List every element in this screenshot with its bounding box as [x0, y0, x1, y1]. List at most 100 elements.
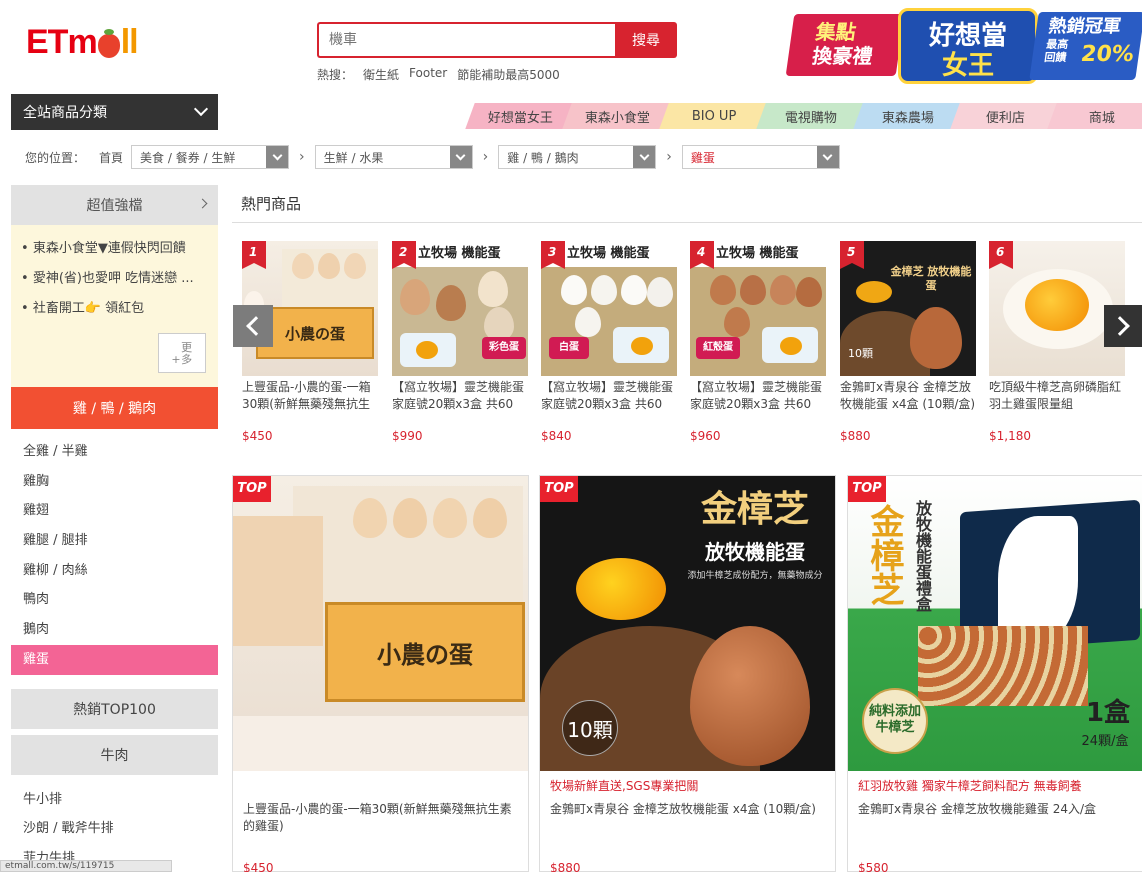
- breadcrumb-select-value: 美食 / 餐券 / 生鮮: [140, 150, 236, 165]
- hot-keyword[interactable]: 衛生紙: [363, 66, 399, 83]
- subcategory-item[interactable]: 雞柳 / 肉絲: [11, 556, 218, 586]
- subcategory-item[interactable]: 鴨肉: [11, 585, 218, 615]
- product-image-subtitle: 放牧機能蛋: [705, 540, 805, 564]
- subcategory-item[interactable]: 雞胸: [11, 467, 218, 497]
- product-title[interactable]: 金鶉町x青泉谷 金樟芝放牧機能蛋 x4盒 (10顆/盒): [540, 795, 835, 847]
- chevron-down-icon: [816, 146, 839, 168]
- product-title[interactable]: 上豐蛋品-小農的蛋-一箱30顆(新鮮無藥殘無抗生素的雞蛋): [233, 795, 528, 847]
- channel-tab[interactable]: 商城: [1047, 103, 1142, 129]
- product-image-title: 金樟芝: [864, 504, 904, 606]
- channel-tab-label: 電視購物: [785, 110, 838, 126]
- hot-keyword[interactable]: 節能補助最高5000: [457, 66, 560, 83]
- banner-line2: 換豪禮: [810, 44, 875, 68]
- beef-category-header[interactable]: 牛肉: [11, 734, 218, 775]
- product-image-caption: 添加牛樟芝成份配方，無藥物成分: [687, 571, 823, 581]
- strawberry-icon: [97, 29, 120, 58]
- promo-item[interactable]: • 東森小食堂▼連假快閃回饋: [21, 237, 208, 267]
- product-card[interactable]: 小農の蛋 TOP 上豐蛋品-小農的蛋-一箱30顆(新鮮無藥殘無抗生素的雞蛋) $…: [232, 475, 529, 872]
- top-badge: TOP: [848, 476, 886, 502]
- product-image-title: 金樟芝: [700, 489, 809, 530]
- channel-tab-label: 東森農場: [882, 110, 935, 126]
- subcategory-item[interactable]: 全雞 / 半雞: [11, 437, 218, 467]
- carousel-next-button[interactable]: [1104, 305, 1142, 347]
- promo-item[interactable]: • 社畜開工👉 領紅包: [21, 297, 208, 327]
- chevron-right-icon: ›: [482, 149, 489, 165]
- plus-icon: +: [171, 353, 181, 366]
- carousel-item[interactable]: 立牧場 機能蛋 白蛋 3 【窩立牧場】靈芝機能蛋家庭號20顆x3盒 共60顆- …: [541, 241, 677, 443]
- breadcrumb-select-level4[interactable]: 雞蛋: [681, 145, 840, 169]
- all-categories-label: 全站商品分類: [23, 105, 107, 121]
- channel-tab[interactable]: BIO UP: [659, 103, 770, 129]
- product-badge: 1盒: [1085, 698, 1131, 728]
- carousel-prev-button[interactable]: [233, 305, 273, 347]
- breadcrumb: 您的位置： 首頁 美食 / 餐券 / 生鮮 › 生鮮 / 水果 › 雞 / 鴨 …: [25, 145, 840, 169]
- beef-subcategory-list: 牛小排 沙朗 / 戰斧牛排 菲力牛排: [11, 775, 218, 872]
- active-category-header[interactable]: 雞 / 鴨 / 鵝肉: [11, 387, 218, 429]
- product-title[interactable]: 【窩立牧場】靈芝機能蛋家庭號20顆x3盒 共60顆-: [541, 379, 677, 413]
- product-card[interactable]: 金樟芝 放牧機能蛋禮盒 純料添加 牛樟芝 1盒 24顆/盒 TOP 紅羽放牧雞 …: [847, 475, 1142, 872]
- product-title[interactable]: 吃頂級牛樟芝高卵磷脂紅羽土雞蛋限量組: [989, 379, 1125, 413]
- product-price: $840: [541, 429, 572, 443]
- product-title[interactable]: 金鶉町x青泉谷 金樟芝放牧機能蛋 x4盒 (10顆/盒): [840, 379, 976, 413]
- banner-center1: 好想當: [928, 21, 1007, 51]
- beef-subcategory-item[interactable]: 牛小排: [11, 785, 218, 815]
- product-slogan: [233, 771, 528, 795]
- search-input[interactable]: [317, 22, 615, 58]
- promo-banner[interactable]: 集點 換豪禮 好想當 女王 熱銷冠軍 最高回饋 20%: [785, 6, 1142, 86]
- product-badge: 10顆: [848, 347, 873, 360]
- banner-points-panel: 集點 換豪禮: [785, 14, 905, 76]
- channel-tab[interactable]: 電視購物: [756, 103, 867, 129]
- hot-keyword[interactable]: Footer: [409, 66, 447, 83]
- breadcrumb-prefix: 您的位置：: [25, 150, 86, 165]
- channel-tab[interactable]: 東森小食堂: [562, 103, 673, 129]
- top100-label: 熱銷TOP100: [73, 701, 156, 718]
- chevron-right-icon: [197, 198, 208, 209]
- product-badge: 白蛋: [549, 337, 589, 359]
- channel-tab[interactable]: 好想當女王: [465, 103, 576, 129]
- promo-item[interactable]: • 愛神(省)也愛呷 吃情迷戀 ...: [21, 267, 208, 297]
- product-image-text: 金樟芝 放牧機能蛋: [890, 265, 972, 292]
- product-title[interactable]: 【窩立牧場】靈芝機能蛋家庭號20顆x3盒 共60顆-: [690, 379, 826, 413]
- carousel-item[interactable]: 立牧場 機能蛋 紅殼蛋 4 【窩立牧場】靈芝機能蛋家庭號20顆x3盒 共60顆-…: [690, 241, 826, 443]
- channel-tab[interactable]: 東森農場: [853, 103, 964, 129]
- product-title[interactable]: 【窩立牧場】靈芝機能蛋家庭號20顆x3盒 共60顆-: [392, 379, 528, 413]
- subcategory-item[interactable]: 雞蛋: [11, 644, 218, 675]
- beef-subcategory-item[interactable]: 沙朗 / 戰斧牛排: [11, 814, 218, 844]
- product-image-text: 小農の蛋: [256, 307, 374, 359]
- hot-search-label: 熱搜：: [317, 68, 354, 82]
- search-bar: 搜尋: [317, 22, 677, 58]
- product-seal: 純料添加 牛樟芝: [862, 688, 928, 754]
- subcategory-item[interactable]: 雞腿 / 腿排: [11, 526, 218, 556]
- breadcrumb-select-level2[interactable]: 生鮮 / 水果: [314, 145, 473, 169]
- top100-link[interactable]: 熱銷TOP100: [11, 688, 218, 729]
- all-categories-button[interactable]: 全站商品分類: [11, 94, 218, 130]
- hot-products-carousel: 小農の蛋 1 上豐蛋品-小農的蛋-一箱30顆(新鮮無藥殘無抗生素 $450 立牧…: [242, 241, 1142, 456]
- rank-badge: 4: [690, 241, 714, 269]
- channel-tab-label: 便利店: [985, 110, 1025, 126]
- product-card[interactable]: 金樟芝 放牧機能蛋 添加牛樟芝成份配方，無藥物成分 10顆 TOP 牧場新鮮直送…: [539, 475, 836, 872]
- breadcrumb-select-level1[interactable]: 美食 / 餐券 / 生鮮: [131, 145, 290, 169]
- deals-header[interactable]: 超值強檔: [11, 185, 218, 225]
- product-badge: 紅殼蛋: [696, 337, 740, 359]
- channel-tab[interactable]: 便利店: [950, 103, 1061, 129]
- rank-badge: 1: [242, 241, 266, 269]
- product-title[interactable]: 金鶉町x青泉谷 金樟芝放牧機能雞蛋 24入/盒: [848, 795, 1142, 847]
- chevron-right-icon: ›: [299, 149, 305, 165]
- subcategory-item[interactable]: 鵝肉: [11, 615, 218, 645]
- status-bar-url: etmall.com.tw/s/119715: [0, 860, 172, 872]
- rank-badge: 6: [989, 241, 1013, 269]
- active-category-label: 雞 / 鴨 / 鵝肉: [72, 401, 157, 417]
- carousel-item[interactable]: 金樟芝 放牧機能蛋 10顆 5 金鶉町x青泉谷 金樟芝放牧機能蛋 x4盒 (10…: [840, 241, 976, 443]
- channel-tab-label: 東森小食堂: [584, 110, 650, 126]
- breadcrumb-select-level3[interactable]: 雞 / 鴨 / 鵝肉: [498, 145, 657, 169]
- banner-percent: 20%: [1079, 42, 1136, 67]
- subcategory-item[interactable]: 雞翅: [11, 496, 218, 526]
- more-button[interactable]: +更多: [158, 333, 206, 373]
- subcategory-list: 全雞 / 半雞 雞胸 雞翅 雞腿 / 腿排 雞柳 / 肉絲 鴨肉 鵝肉 雞蛋: [11, 429, 218, 675]
- breadcrumb-select-value: 雞蛋: [690, 150, 715, 165]
- breadcrumb-home-link[interactable]: 首頁: [99, 149, 123, 166]
- carousel-item[interactable]: 立牧場 機能蛋 彩色蛋 2 【窩立牧場】靈芝機能蛋家庭號20顆x3盒 共60顆-…: [392, 241, 528, 443]
- product-title[interactable]: 上豐蛋品-小農的蛋-一箱30顆(新鮮無藥殘無抗生素: [242, 379, 378, 413]
- search-button[interactable]: 搜尋: [615, 22, 677, 58]
- etmall-logo[interactable]: ET m ll: [26, 23, 139, 62]
